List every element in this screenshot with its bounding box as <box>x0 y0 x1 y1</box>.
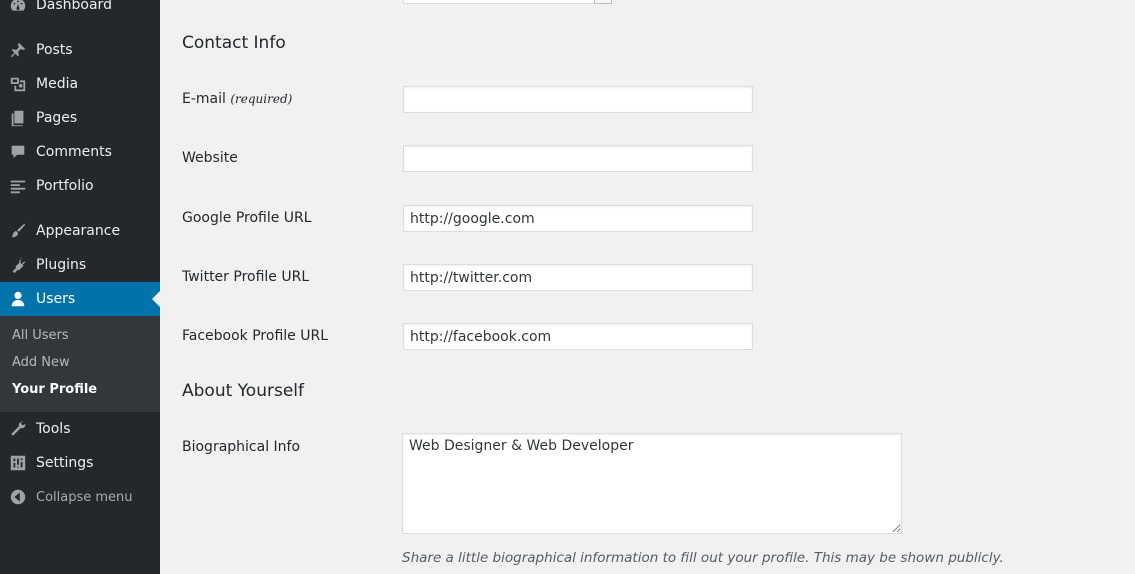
google-profile-field[interactable] <box>403 205 753 232</box>
admin-sidebar: Dashboard Posts Media Pages Comments Por… <box>0 0 160 574</box>
sidebar-item-label: Comments <box>36 144 112 160</box>
sidebar-item-label: Plugins <box>36 257 87 273</box>
sliders-icon <box>8 453 28 473</box>
sidebar-item-plugins[interactable]: Plugins <box>0 248 160 282</box>
sidebar-item-label: Users <box>36 291 76 307</box>
dashboard-icon <box>8 0 28 15</box>
submenu-item-your-profile[interactable]: Your Profile <box>12 382 97 397</box>
sidebar-item-label: Tools <box>36 421 71 437</box>
sidebar-item-label: Media <box>36 76 79 92</box>
collapse-menu-label: Collapse menu <box>36 489 133 505</box>
brush-icon <box>8 221 28 241</box>
email-field[interactable] <box>403 86 753 113</box>
users-submenu: All Users Add New Your Profile <box>0 316 160 412</box>
sidebar-item-label: Posts <box>36 42 73 58</box>
comment-icon <box>8 142 28 162</box>
sidebar-item-label: Settings <box>36 455 94 471</box>
sidebar-item-label: Portfolio <box>36 178 94 194</box>
bio-textarea[interactable]: Web Designer & Web Developer <box>402 433 902 534</box>
list-icon <box>8 176 28 196</box>
sidebar-item-comments[interactable]: Comments <box>0 135 160 169</box>
sidebar-item-label: Dashboard <box>36 0 112 13</box>
sidebar-item-label: Appearance <box>36 223 121 239</box>
plug-icon <box>8 255 28 275</box>
sidebar-item-label: Pages <box>36 110 78 126</box>
wrench-icon <box>8 419 28 439</box>
bio-label: Biographical Info <box>182 439 301 455</box>
website-label: Website <box>182 150 238 166</box>
active-indicator-arrow <box>152 291 160 307</box>
about-yourself-heading: About Yourself <box>182 381 304 401</box>
email-label-text: E-mail <box>182 91 226 107</box>
twitter-profile-field[interactable] <box>403 264 753 291</box>
submenu-item-all-users[interactable]: All Users <box>12 328 69 343</box>
media-icon <box>8 74 28 94</box>
sidebar-item-posts[interactable]: Posts <box>0 33 160 67</box>
sidebar-item-settings[interactable]: Settings <box>0 446 160 480</box>
facebook-profile-label: Facebook Profile URL <box>182 328 328 344</box>
twitter-profile-label: Twitter Profile URL <box>182 269 310 285</box>
website-field[interactable] <box>403 145 753 172</box>
pages-icon <box>8 108 28 128</box>
contact-info-heading: Contact Info <box>182 33 286 53</box>
sidebar-item-appearance[interactable]: Appearance <box>0 214 160 248</box>
sidebar-item-users[interactable]: Users <box>0 282 160 316</box>
pin-icon <box>8 40 28 60</box>
collapse-arrow-icon <box>8 487 28 507</box>
google-profile-label: Google Profile URL <box>182 210 312 226</box>
facebook-profile-field[interactable] <box>403 323 753 350</box>
sidebar-item-media[interactable]: Media <box>0 67 160 101</box>
sidebar-item-pages[interactable]: Pages <box>0 101 160 135</box>
email-label: E-mail (required) <box>182 91 292 107</box>
previous-field-input[interactable] <box>403 0 595 4</box>
sidebar-item-portfolio[interactable]: Portfolio <box>0 169 160 203</box>
collapse-menu-button[interactable]: Collapse menu <box>0 480 160 514</box>
user-icon <box>8 289 28 309</box>
bio-description: Share a little biographical information … <box>402 550 1004 566</box>
sidebar-item-dashboard[interactable]: Dashboard <box>0 0 160 22</box>
previous-field-button[interactable] <box>594 0 612 4</box>
required-note: (required) <box>230 92 293 106</box>
sidebar-item-tools[interactable]: Tools <box>0 412 160 446</box>
submenu-item-add-new[interactable]: Add New <box>12 355 70 370</box>
